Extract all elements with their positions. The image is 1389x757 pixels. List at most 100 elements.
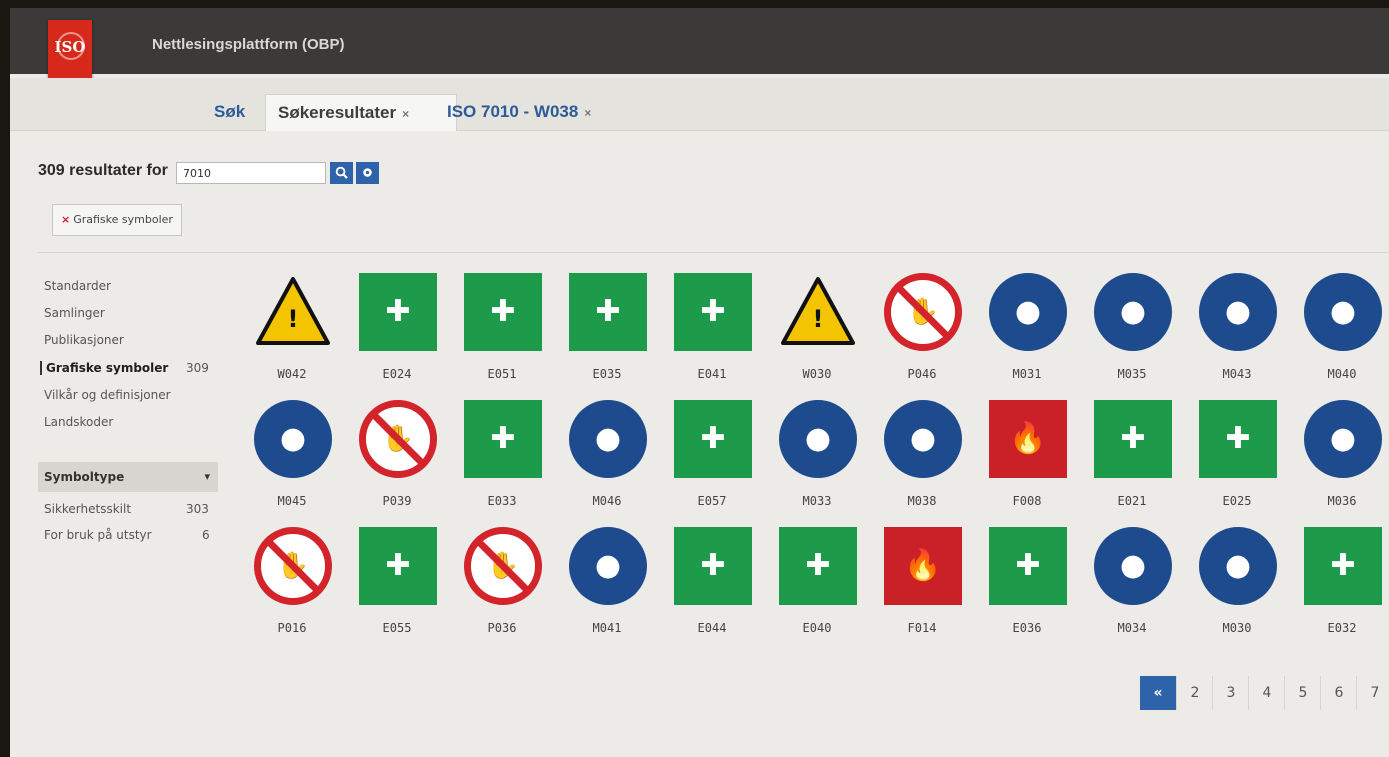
page-6-button[interactable]: 6	[1320, 676, 1357, 710]
symbol-card[interactable]: ! W042	[242, 273, 342, 393]
page-3-button[interactable]: 3	[1212, 676, 1249, 710]
fire-cylinder-icon: 🔥	[884, 527, 962, 605]
tab-iso-7010-w038[interactable]: ISO 7010 - W038 ×	[435, 94, 603, 130]
tab-bar: Søk Søkeresultater × ISO 7010 - W038 ×	[10, 78, 1389, 131]
page-2-button[interactable]: 2	[1176, 676, 1213, 710]
symbol-card[interactable]: ● M041	[557, 527, 657, 647]
symbol-code: E040	[802, 621, 832, 635]
symbol-code: P016	[277, 621, 307, 635]
symbol-card[interactable]: ✋ P016	[242, 527, 342, 647]
symbol-card[interactable]: ✋ P039	[347, 400, 447, 520]
pictogram-icon: ●	[279, 421, 307, 456]
symbol-card[interactable]: ✋ P036	[452, 527, 552, 647]
shower-raft-icon: ●	[1199, 273, 1277, 351]
remove-filter-icon[interactable]: ×	[61, 213, 70, 226]
exit-door-icon: ✚	[464, 400, 542, 478]
symbol-card[interactable]: ✚ E057	[662, 400, 762, 520]
pictogram-icon: ✚	[700, 548, 726, 583]
page-7-button[interactable]: 7	[1356, 676, 1389, 710]
sidebar-item-grafiske-symboler[interactable]: Grafiske symboler	[40, 361, 168, 375]
symbol-card[interactable]: ● M043	[1187, 273, 1287, 393]
sidebar-item-samlinger[interactable]: Samlinger	[44, 306, 105, 320]
symbol-card[interactable]: ● M045	[242, 400, 342, 520]
symbol-card[interactable]: ✚ E032	[1292, 527, 1389, 647]
symbol-card[interactable]: ● M033	[767, 400, 867, 520]
symbol-card[interactable]: ✚ E021	[1082, 400, 1182, 520]
filter-chip[interactable]: × Grafiske symboler	[52, 204, 182, 236]
no-steam-icon: ✋	[359, 400, 437, 478]
search-button[interactable]	[330, 162, 353, 184]
facet-item-for-bruk[interactable]: For bruk på utstyr	[44, 528, 152, 542]
symbol-card[interactable]: ● M030	[1187, 527, 1287, 647]
close-icon[interactable]: ×	[584, 106, 591, 120]
symbol-card[interactable]: ✚ E055	[347, 527, 447, 647]
symbol-card[interactable]: ✚ E033	[452, 400, 552, 520]
page-5-button[interactable]: 5	[1284, 676, 1321, 710]
symbol-code: E025	[1222, 494, 1252, 508]
sidebar-item-publikasjoner[interactable]: Publikasjoner	[44, 333, 124, 347]
symbol-card[interactable]: ✚ E040	[767, 527, 867, 647]
divider	[38, 252, 1389, 253]
symbol-code: M046	[592, 494, 622, 508]
pictogram-icon: ✚	[490, 294, 516, 329]
close-icon[interactable]: ×	[402, 107, 409, 121]
tab-search[interactable]: Søk	[202, 94, 257, 130]
page-4-button[interactable]: 4	[1248, 676, 1285, 710]
symbol-code: E021	[1117, 494, 1147, 508]
symbol-card[interactable]: ● M040	[1292, 273, 1389, 393]
facet-item-sikkerhetsskilt[interactable]: Sikkerhetsskilt	[44, 502, 131, 516]
tab-search-results[interactable]: Søkeresultater ×	[265, 94, 457, 131]
symbol-card[interactable]: ✚ E036	[977, 527, 1077, 647]
symbol-code: M038	[907, 494, 937, 508]
pictogram-icon: ✚	[1120, 421, 1146, 456]
symbol-code: E033	[487, 494, 517, 508]
cylinder-chain-icon: ●	[569, 400, 647, 478]
symbol-card[interactable]: 🔥 F014	[872, 527, 972, 647]
iso-logo[interactable]: ISO	[48, 20, 92, 82]
pictogram-icon: ✚	[700, 421, 726, 456]
symbol-card[interactable]: ● M046	[557, 400, 657, 520]
sidebar-item-vilkar[interactable]: Vilkår og definisjoner	[44, 388, 171, 402]
symbol-card[interactable]: ✚ E025	[1187, 400, 1287, 520]
symbol-card[interactable]: 🔥 F008	[977, 400, 1077, 520]
no-water-spray-icon: ✋	[254, 527, 332, 605]
symbol-card[interactable]: ✚ E041	[662, 273, 762, 393]
settings-button[interactable]	[356, 162, 379, 184]
sidebar-item-landskoder[interactable]: Landskoder	[44, 415, 113, 429]
break-glass-icon: ✚	[1199, 400, 1277, 478]
pictogram-icon: ✚	[385, 548, 411, 583]
symbol-code: M043	[1222, 367, 1252, 381]
symbol-card[interactable]: ✚ E044	[662, 527, 762, 647]
page-first-button[interactable]: «	[1140, 676, 1176, 710]
sidebar-item-standarder[interactable]: Standarder	[44, 279, 111, 293]
pictogram-icon: ✚	[385, 294, 411, 329]
pictogram-icon: ●	[1014, 294, 1042, 329]
symbol-code: W042	[277, 367, 307, 381]
symbol-card[interactable]: ✚ E035	[557, 273, 657, 393]
door-exit-icon: ✚	[674, 400, 752, 478]
symbol-card[interactable]: ● M038	[872, 400, 972, 520]
search-input[interactable]: 7010	[176, 162, 326, 184]
pictogram-icon: ●	[1329, 421, 1357, 456]
no-children-icon: ✋	[464, 527, 542, 605]
wheelchair-assembly-icon: ✚	[359, 273, 437, 351]
symbol-card[interactable]: ● M031	[977, 273, 1077, 393]
pictogram-icon: ✋	[276, 551, 310, 581]
symbol-card[interactable]: ✋ P046	[872, 273, 972, 393]
symbol-card[interactable]: ● M035	[1082, 273, 1182, 393]
symbol-card[interactable]: ! W030	[767, 273, 867, 393]
gear-icon	[363, 168, 372, 177]
symbol-card[interactable]: ● M034	[1082, 527, 1182, 647]
symbol-card[interactable]: ● M036	[1292, 400, 1389, 520]
facet-header[interactable]: Symboltype ▾	[38, 462, 218, 492]
symbol-code: M033	[802, 494, 832, 508]
symbol-code: M041	[592, 621, 622, 635]
pictogram-icon: ●	[804, 421, 832, 456]
assembly-point-icon: ✚	[1304, 527, 1382, 605]
symbol-card[interactable]: ✚ E024	[347, 273, 447, 393]
symbol-code: E057	[697, 494, 727, 508]
symbol-card[interactable]: ✚ E051	[452, 273, 552, 393]
pictogram-icon: ✋	[486, 551, 520, 581]
pictogram-icon: !	[287, 305, 299, 333]
results-count: 309 resultater for	[38, 162, 168, 179]
